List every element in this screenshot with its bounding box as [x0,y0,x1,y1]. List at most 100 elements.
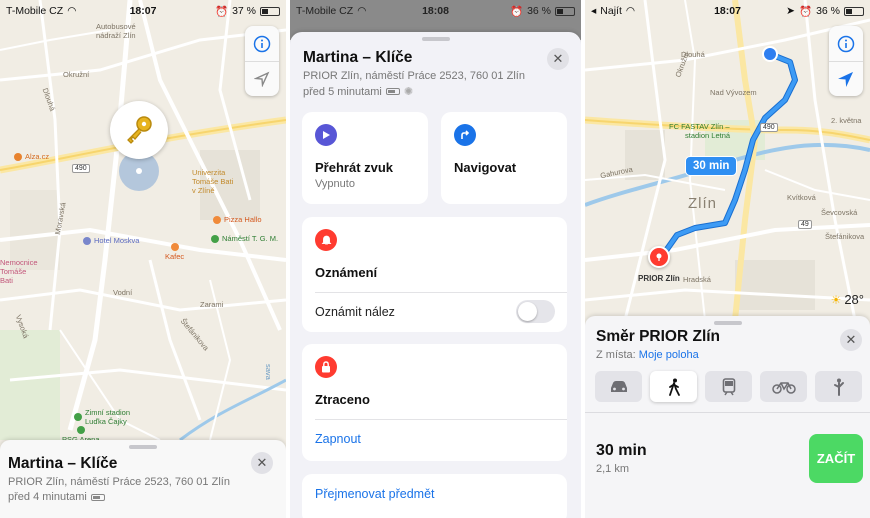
notify-found-toggle[interactable] [516,300,555,323]
food-icon [213,215,221,224]
battery-percent: 37 % [232,5,256,17]
battery-level [557,8,563,14]
close-icon: ✕ [256,455,268,470]
location-button[interactable] [829,61,863,96]
detail-sheet: Martina – Klíče ✕ PRIOR Zlín, náměstí Pr… [290,32,581,518]
from-row: Z místa: Moje poloha [596,349,699,361]
wifi-icon: ◠ [357,5,367,17]
battery-level [846,8,852,14]
wifi-icon: ◠ [67,5,77,17]
close-button[interactable]: ✕ [547,48,569,70]
location-arrow-icon [254,71,270,87]
notifications-title: Oznámení [315,265,378,280]
item-last-seen: před 5 minutami ✺ [303,85,413,99]
destination-pin[interactable] [648,246,670,268]
sheet-grabber[interactable] [421,37,450,41]
alarm-icon: ⏰ [798,5,813,18]
street-label: Ševcovská [821,208,858,217]
street-label: Zarami [200,300,224,309]
back-to-app-label[interactable]: Najít [600,5,622,17]
battery-percent: 36 % [527,5,551,17]
poi-alza[interactable]: Alza.cz [14,152,49,161]
mode-cycling-button[interactable] [760,371,807,402]
info-icon [837,35,855,52]
mode-transit-button[interactable] [705,371,752,402]
toggle-knob [518,302,537,321]
map-label: nádraží Zlín [96,31,136,40]
route-time-callout[interactable]: 30 min [685,156,738,176]
play-sound-title: Přehrát zvuk [315,160,394,175]
mode-rideshare-button[interactable] [815,371,862,402]
poi-label: Tomáše Bati [192,177,234,186]
poi-label: Hotel Moskva [94,236,140,245]
carrier-label: T-Mobile CZ [6,5,64,17]
lock-icon [315,356,337,378]
poi-hotel[interactable]: Hotel Moskva [83,236,139,245]
bed-icon [83,236,91,245]
enable-lost-mode-link[interactable]: Zapnout [315,432,361,446]
sun-icon: ☀ [830,292,842,307]
wifi-icon: ◠ [625,5,636,17]
street-label: Okružní [63,70,90,79]
river-label: sava [264,364,273,380]
poi-university[interactable]: Univerzita Tomáše Bati v Zlíně [192,168,233,195]
sheet-grabber[interactable] [129,445,157,449]
last-seen-text: před 4 minutami [8,491,87,503]
battery-level [92,495,100,499]
map-controls [829,26,863,96]
item-title: Martina – Klíče [303,49,413,66]
poi-label: Alza.cz [25,152,50,161]
navigate-card[interactable]: Navigovat [441,112,567,204]
street-label: Hradská [683,275,711,284]
street-label: 2. května [831,116,862,125]
status-bar: ◂ Najít ◠ 18:07 ➤ ⏰ 36 % [585,0,870,22]
info-button[interactable] [245,26,279,61]
poi-label: Kafec [165,252,185,261]
rideshare-icon [833,378,844,396]
map-controls [245,26,279,96]
last-seen-text: před 5 minutami [303,85,382,98]
item-pin[interactable] [110,101,168,159]
location-button[interactable] [245,61,279,96]
from-location-link[interactable]: Moje poloha [639,349,699,361]
walk-icon [668,378,680,396]
item-sheet[interactable]: Martina – Klíče PRIOR Zlín, náměstí Prác… [0,440,286,518]
mode-walking-button[interactable] [650,371,697,402]
close-icon: ✕ [552,51,564,66]
directions-title: Směr PRIOR Zlín [596,328,721,345]
poi-label: Pizza Hallo [224,215,262,224]
car-icon [610,380,627,392]
alarm-icon: ⏰ [214,5,229,18]
bike-icon [771,381,796,394]
poi-stadium[interactable]: FC FASTAV Zlín – stadion Letná [669,122,730,140]
sheet-grabber[interactable] [713,321,742,325]
poi-square[interactable]: Náměstí T. G. M. [211,234,278,243]
temperature: 28° [844,292,864,307]
info-button[interactable] [829,26,863,61]
destination-label: PRIOR Zlín [638,274,680,283]
street-label: Kvítková [787,193,816,202]
hospital-label: Nemocnice Tomáše Bati [0,258,38,285]
info-icon [253,35,271,52]
start-navigation-button[interactable]: ZAČÍT [809,434,863,483]
route-distance: 2,1 km [596,463,630,475]
transport-mode-selector [595,371,862,402]
poi-pizza[interactable]: Pizza Hallo [213,215,262,224]
mode-driving-button[interactable] [595,371,642,402]
from-label: Z místa: [596,349,636,361]
battery-icon [844,6,864,16]
arena-icon [76,426,85,434]
poi-label: Náměstí T. G. M. [222,234,279,243]
close-button[interactable]: ✕ [840,329,862,351]
rename-item-link[interactable]: Přejmenovat předmět [315,487,435,501]
street-label: Nad Vývozem [710,88,757,97]
poi-kafec[interactable]: Kafec [165,243,184,261]
divider [315,419,567,420]
play-sound-card[interactable]: Přehrát zvuk Vypnuto [302,112,428,204]
bell-icon [315,229,337,251]
back-arrow-icon[interactable]: ◂ [591,5,596,17]
coffee-icon [170,243,179,251]
close-button[interactable]: ✕ [251,452,273,474]
battery-icon [90,493,105,501]
map-label: Bati [0,276,13,285]
